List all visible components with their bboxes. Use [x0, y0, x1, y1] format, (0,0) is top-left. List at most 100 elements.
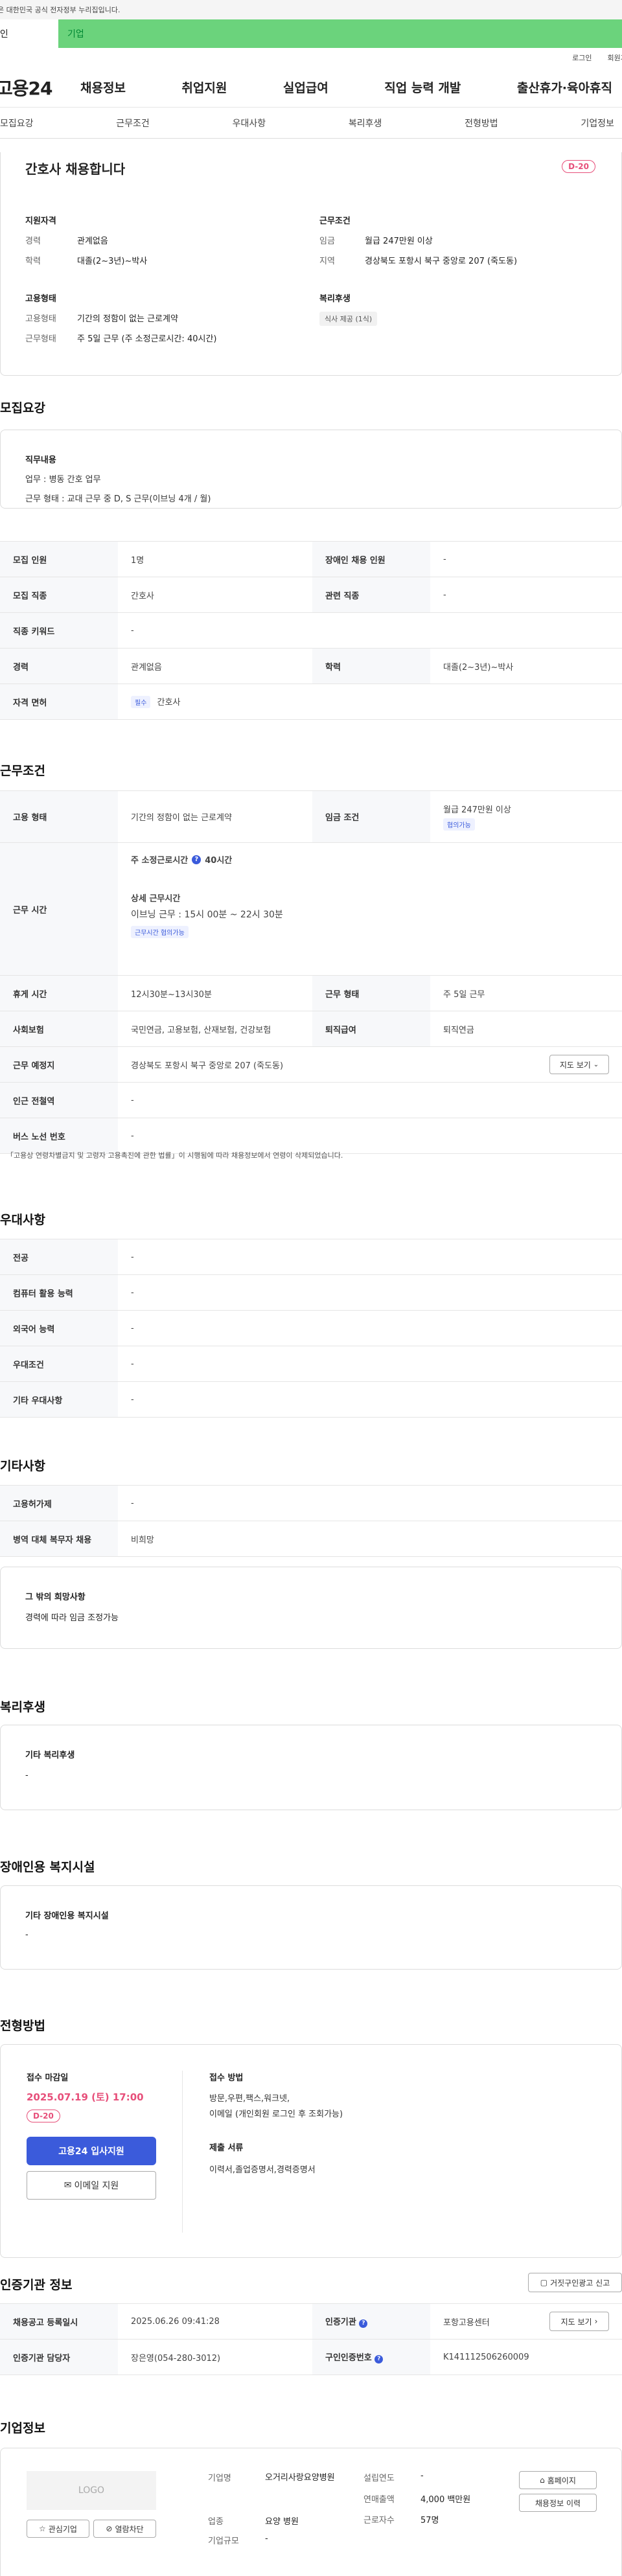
hours-label: 근무 시간 [0, 842, 118, 976]
welfare-value: - [25, 1771, 29, 1780]
star-icon: ☆ [39, 2524, 46, 2533]
row-label: 컴퓨터 활용 능력 [0, 1274, 118, 1311]
recruit-table: 모집 인원 1명 장애인 채용 인원 - 모집 직종 간호사 관련 직종 - 직종 키워드 -… [0, 541, 622, 720]
row-value: 1명 [118, 541, 312, 577]
map-button[interactable]: 지도 보기 ⌄ [549, 1055, 609, 1074]
place-value: 경상북도 포항시 북구 중앙로 207 (죽도동) [131, 1061, 284, 1071]
row-label: 장애인 채용 인원 [312, 541, 430, 577]
info-icon[interactable]: ? [192, 855, 202, 864]
row-value: 관계없음 [118, 648, 312, 684]
employees-value: 57명 [420, 2516, 439, 2525]
login-link[interactable]: 로그인 [572, 52, 592, 63]
worktype-label: 근무 형태 [312, 975, 430, 1011]
mail-icon: ✉ [63, 2180, 72, 2191]
etc-title: 기타사항 [0, 1459, 45, 1473]
worktype-label: 근무형태 [25, 334, 56, 344]
table-row: 인증기관 담당자 장은영(054-280-3012) 구인인증번호 ? K141112… [0, 2339, 622, 2375]
nav-jobs[interactable]: 채용정보 [80, 78, 126, 96]
apply-button[interactable]: 고용24 입사지원 [27, 2137, 156, 2165]
table-row: 버스 노선 번호 - [0, 1118, 622, 1154]
tab-preferences[interactable]: 우대사항 [233, 117, 266, 130]
row-label: 병역 대체 복무자 채용 [0, 1521, 118, 1557]
info-icon[interactable]: ? [359, 2319, 368, 2328]
info-icon[interactable]: ? [374, 2354, 384, 2363]
screen-title: 전형방법 [0, 2019, 45, 2033]
disab-value: - [25, 1930, 29, 1940]
screen-divider [182, 2071, 183, 2233]
table-row: 근무 시간 주 소정근로시간? 40시간 상세 근무시간 이브닝 근무 : 15시… [0, 842, 622, 976]
bus-label: 버스 노선 번호 [0, 1118, 118, 1154]
wish-card: 그 밖의 희망사항 경력에 따라 임금 조정가능 [0, 1567, 622, 1649]
place-label: 근무 예정지 [0, 1046, 118, 1083]
industry-label: 업종 [208, 2517, 224, 2527]
subway-label: 인근 전철역 [0, 1082, 118, 1118]
row-label: 우대조건 [0, 1346, 118, 1382]
career-label: 경력 [25, 236, 41, 246]
severance-value: 퇴직연금 [430, 1011, 622, 1047]
nav-parental-leave[interactable]: 출산휴가·육아휴직 [517, 78, 612, 96]
founded-value: - [420, 2471, 424, 2481]
document-icon: ▢ [540, 2278, 548, 2287]
dday-badge: D-20 [562, 160, 595, 173]
site-logo[interactable]: 고용24 [0, 75, 74, 100]
nav-unemployment-benefit[interactable]: 실업급여 [283, 78, 328, 96]
util-menu: 로그인 회원가입 [0, 48, 622, 67]
welfare-title: 복리후생 [319, 294, 351, 304]
welfare-sub: 기타 복리후생 [25, 1751, 75, 1760]
sales-label: 연매출액 [363, 2495, 395, 2505]
table-row: 자격 면허 필수 간호사 [0, 684, 622, 720]
block-view-button[interactable]: ⊘ 열람차단 [93, 2520, 156, 2538]
license-value: 간호사 [157, 698, 181, 707]
tab-work-conditions[interactable]: 근무조건 [116, 117, 150, 130]
table-row: 채용공고 등록일시 2025.06.26 09:41:28 인증기관 ? 포항고용센터… [0, 2303, 622, 2340]
detail-hours-value: 이브닝 근무 : 15시 00분 ~ 22시 30분 [131, 910, 283, 920]
tab-business[interactable]: 기업 [58, 19, 622, 48]
table-row: 직종 키워드 - [0, 612, 622, 649]
table-row: 전공 - [0, 1239, 622, 1275]
favorite-company-button[interactable]: ☆ 관심기업 [27, 2520, 89, 2538]
disab-title: 장애인용 복지시설 [0, 1860, 95, 1874]
row-value: - [118, 1346, 622, 1382]
founded-label: 설립연도 [363, 2474, 395, 2483]
email-apply-button[interactable]: ✉ 이메일 지원 [27, 2171, 156, 2200]
wish-title: 그 밖의 희망사항 [25, 1593, 86, 1602]
report-button[interactable]: ▢ 거짓구인광고 신고 [528, 2273, 622, 2292]
table-row: 고용허가제 - [0, 1485, 622, 1521]
reg-value: 2025.06.26 09:41:28 [118, 2303, 312, 2340]
duty-title: 직무내용 [25, 455, 56, 465]
duty-line-2: 근무 형태 : 교대 근무 중 D, S 근무(이브닝 4개 / 월) [25, 494, 211, 504]
cert-map-button[interactable]: 지도 보기 › [549, 2312, 609, 2331]
homepage-button[interactable]: ⌂ 홈페이지 [519, 2471, 597, 2489]
history-button[interactable]: 채용정보 이력 [519, 2494, 597, 2512]
pref-title: 우대사항 [0, 1213, 45, 1227]
org-value: 포항고용센터 [443, 2317, 490, 2328]
tab-recruit[interactable]: 모집요강 [0, 117, 34, 130]
tab-company[interactable]: 기업정보 [581, 117, 614, 130]
global-nav: 고용24 채용정보 취업지원 실업급여 직업 능력 개발 출산휴가·육아휴직 [0, 67, 622, 108]
method-label: 접수 방법 [209, 2073, 244, 2083]
mgr-label: 인증기관 담당자 [0, 2339, 118, 2375]
signup-link[interactable]: 회원가입 [608, 52, 622, 63]
table-row: 근무 예정지 경상북도 포항시 북구 중앙로 207 (죽도동) 지도 보기 ⌄ [0, 1046, 622, 1083]
employees-label: 근로자수 [363, 2516, 395, 2525]
welfare-card: 기타 복리후생 - [0, 1725, 622, 1810]
method-value-1: 방문,우편,팩스,워크넷, [209, 2094, 290, 2104]
bus-value: - [118, 1118, 622, 1154]
tab-individual[interactable]: 개인 [0, 19, 58, 48]
row-value: - [118, 1485, 622, 1521]
license-label: 자격 면허 [0, 684, 118, 720]
nav-vocational-training[interactable]: 직업 능력 개발 [384, 78, 461, 96]
emp-value: 기간의 정함이 없는 근로계약 [118, 790, 312, 843]
tab-screening[interactable]: 전형방법 [465, 117, 498, 130]
pref-table: 전공 - 컴퓨터 활용 능력 - 외국어 능력 - 우대조건 - 기타 우대사항 - [0, 1239, 622, 1418]
insurance-label: 사회보험 [0, 1011, 118, 1047]
work-table: 고용 형태 기간의 정함이 없는 근로계약 임금 조건 월급 247만원 이상 협의가능… [0, 790, 622, 1154]
wage-label: 임금 [319, 236, 335, 246]
tab-welfare[interactable]: 복리후생 [349, 117, 382, 130]
reg-label: 채용공고 등록일시 [0, 2303, 118, 2340]
welfare-tag: 식사 제공 (1식) [319, 312, 378, 326]
sales-value: 4,000 백만원 [420, 2495, 471, 2505]
emp-label: 고용 형태 [0, 790, 118, 843]
company-logo: LOGO [27, 2471, 156, 2510]
nav-employment-support[interactable]: 취업지원 [181, 78, 227, 96]
